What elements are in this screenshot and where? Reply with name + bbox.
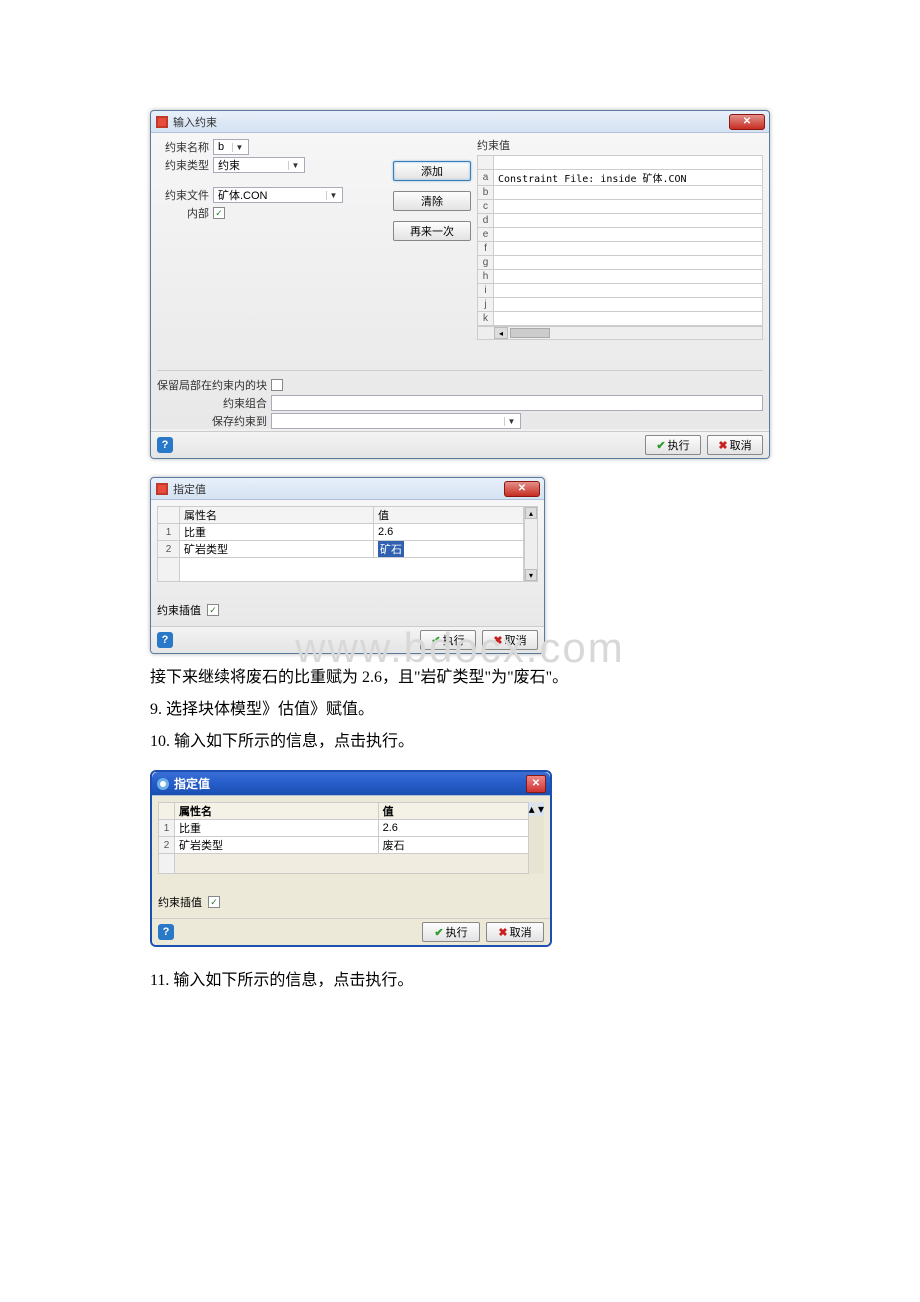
right-panel: 约束值 aConstraint File: inside 矿体.CON b c … <box>477 137 763 340</box>
constraint-interpolate-label: 约束插值 <box>157 602 201 618</box>
scroll-up-icon[interactable]: ▴ <box>525 507 537 519</box>
body-text-2: 11. 输入如下所示的信息，点击执行。 <box>150 965 770 997</box>
dialog-title: 指定值 <box>174 775 210 792</box>
titlebar[interactable]: 指定值 ✕ <box>152 772 550 796</box>
titlebar[interactable]: 指定值 ✕ <box>151 478 544 500</box>
table-row[interactable] <box>494 256 763 270</box>
paragraph: 10. 输入如下所示的信息，点击执行。 <box>150 726 770 758</box>
execute-button[interactable]: ✔执行 <box>422 922 480 942</box>
table-row[interactable]: Constraint File: inside 矿体.CON <box>494 170 763 186</box>
body-text: 接下来继续将废石的比重赋为 2.6，且"岩矿类型"为"废石"。 9. 选择块体模… <box>150 662 770 758</box>
titlebar[interactable]: 输入约束 ✕ <box>151 111 769 133</box>
table-row: 2 矿岩类型 矿石 <box>158 541 524 558</box>
constraint-value-grid[interactable]: aConstraint File: inside 矿体.CON b c d e … <box>477 155 763 326</box>
statusbar: ? ✔执行 ✖取消 <box>151 431 769 458</box>
scroll-thumb[interactable] <box>510 328 550 338</box>
dialog-body: 属性名 值 1 比重 2.6 2 矿岩类型 废石 ▴ ▾ <box>152 796 550 918</box>
constraint-type-select[interactable]: 约束▼ <box>213 157 305 173</box>
col-attr: 属性名 <box>180 507 374 524</box>
help-icon[interactable]: ? <box>157 437 173 453</box>
clear-button[interactable]: 清除 <box>393 191 471 211</box>
constraint-value-label: 约束值 <box>477 137 763 153</box>
table-row[interactable] <box>494 214 763 228</box>
table-row[interactable] <box>494 298 763 312</box>
col-attr: 属性名 <box>175 803 379 820</box>
constraint-interpolate-checkbox[interactable]: ✓ <box>207 604 219 616</box>
check-icon: ✔ <box>434 926 443 939</box>
constraint-name-label: 约束名称 <box>157 139 209 155</box>
dialog-title: 指定值 <box>173 481 206 497</box>
paragraph: 9. 选择块体模型》估值》赋值。 <box>150 694 770 726</box>
table-row[interactable] <box>494 284 763 298</box>
add-button[interactable]: 添加 <box>393 161 471 181</box>
dialog-body: 约束名称 b▼ 约束类型 约束▼ 约束文件 矿体.CON▼ <box>151 133 769 429</box>
again-button[interactable]: 再来一次 <box>393 221 471 241</box>
scroll-down-icon[interactable]: ▾ <box>525 569 537 581</box>
vertical-scrollbar[interactable]: ▴ ▾ <box>524 506 538 582</box>
x-icon: ✖ <box>498 926 507 939</box>
watermark: www.bdocx.com <box>150 624 770 672</box>
help-icon[interactable]: ? <box>158 924 174 940</box>
constraint-dialog: 输入约束 ✕ 约束名称 b▼ 约束类型 约束▼ <box>150 110 770 459</box>
keep-partial-label: 保留局部在约束内的块 <box>157 377 267 393</box>
vertical-scrollbar[interactable]: ▴ ▾ <box>529 802 544 874</box>
horizontal-scrollbar[interactable]: ◂ <box>477 326 763 340</box>
table-row: 1 比重 2.6 <box>158 524 524 541</box>
constraint-interpolate-label: 约束插值 <box>158 894 202 910</box>
bottom-form: 保留局部在约束内的块 约束组合 保存约束到 ▼ <box>157 370 763 429</box>
table-row: 1 比重 2.6 <box>159 820 529 837</box>
table-row[interactable] <box>494 186 763 200</box>
constraint-file-label: 约束文件 <box>157 187 209 203</box>
inside-label: 内部 <box>157 205 209 221</box>
table-row: 2 矿岩类型 废石 <box>159 837 529 854</box>
value-grid[interactable]: 属性名 值 1 比重 2.6 2 矿岩类型 矿石 <box>157 506 524 582</box>
execute-button[interactable]: ✔执行 <box>645 435 701 455</box>
chevron-down-icon: ▼ <box>326 191 340 200</box>
col-val: 值 <box>374 507 524 524</box>
chevron-down-icon: ▼ <box>504 417 518 426</box>
table-row[interactable] <box>494 270 763 284</box>
constraint-name-select[interactable]: b▼ <box>213 139 249 155</box>
table-row[interactable] <box>494 312 763 326</box>
combo-input[interactable] <box>271 395 763 411</box>
table-row[interactable] <box>494 228 763 242</box>
close-button[interactable]: ✕ <box>526 775 546 793</box>
x-icon: ✖ <box>718 439 727 452</box>
scroll-down-icon[interactable]: ▾ <box>538 802 544 816</box>
scroll-up-icon[interactable]: ▴ <box>529 802 535 816</box>
constraint-file-select[interactable]: 矿体.CON▼ <box>213 187 343 203</box>
paragraph: 11. 输入如下所示的信息，点击执行。 <box>150 965 770 997</box>
col-val: 值 <box>378 803 528 820</box>
mid-buttons: 添加 清除 再来一次 <box>393 137 471 241</box>
constraint-interpolate-checkbox[interactable]: ✓ <box>208 896 220 908</box>
app-icon <box>155 115 169 129</box>
chevron-down-icon: ▼ <box>288 161 302 170</box>
scroll-left-icon[interactable]: ◂ <box>494 327 508 339</box>
constraint-type-label: 约束类型 <box>157 157 209 173</box>
combo-label: 约束组合 <box>157 395 267 411</box>
dialog-title: 输入约束 <box>173 114 217 130</box>
app-icon <box>156 777 170 791</box>
inside-checkbox[interactable]: ✓ <box>213 207 225 219</box>
close-button[interactable]: ✕ <box>504 481 540 497</box>
assign-value-dialog-xp: 指定值 ✕ 属性名 值 1 比重 2.6 2 矿岩类型 废石 <box>150 770 552 947</box>
dialog-body: 属性名 值 1 比重 2.6 2 矿岩类型 矿石 ▴ ▾ <box>151 500 544 626</box>
table-row[interactable] <box>494 242 763 256</box>
keep-partial-checkbox[interactable] <box>271 379 283 391</box>
cancel-button[interactable]: ✖取消 <box>707 435 763 455</box>
statusbar: ? ✔执行 ✖取消 <box>152 918 550 945</box>
save-to-select[interactable]: ▼ <box>271 413 521 429</box>
close-button[interactable]: ✕ <box>729 114 765 130</box>
check-icon: ✔ <box>656 439 665 452</box>
value-grid[interactable]: 属性名 值 1 比重 2.6 2 矿岩类型 废石 <box>158 802 529 874</box>
app-icon <box>155 482 169 496</box>
save-to-label: 保存约束到 <box>157 413 267 429</box>
left-panel: 约束名称 b▼ 约束类型 约束▼ 约束文件 矿体.CON▼ <box>157 137 387 223</box>
cancel-button[interactable]: ✖取消 <box>486 922 544 942</box>
table-row[interactable] <box>494 200 763 214</box>
selected-cell: 矿石 <box>378 541 404 557</box>
chevron-down-icon: ▼ <box>232 143 246 152</box>
